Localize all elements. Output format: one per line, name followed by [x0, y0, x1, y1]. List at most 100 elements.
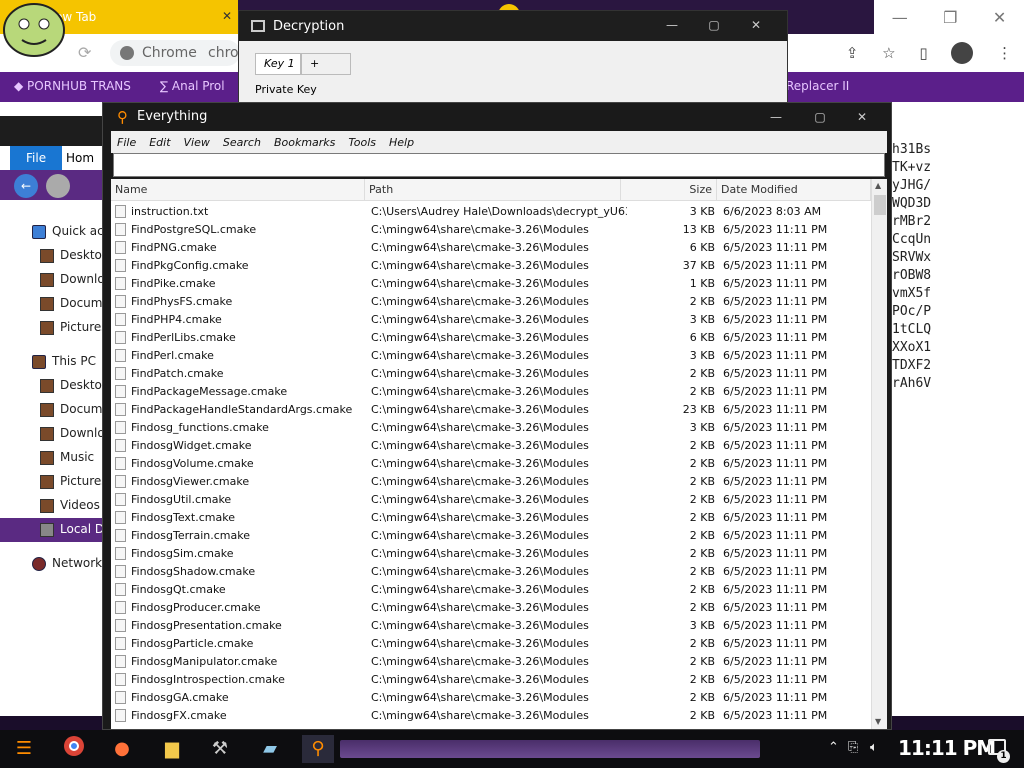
table-row[interactable]: instruction.txt C:\Users\Audrey Hale\Down…: [111, 203, 871, 221]
table-row[interactable]: FindosgPresentation.cmake C:\mingw64\shar…: [111, 617, 871, 635]
reload-icon[interactable]: ⟳: [78, 43, 91, 62]
nav-item-documents[interactable]: Docume: [0, 398, 110, 422]
chevron-up-icon[interactable]: ⌃: [828, 740, 839, 755]
firefox-taskbar-icon[interactable]: ●: [106, 735, 138, 763]
star-icon[interactable]: ☆: [882, 44, 895, 62]
close-icon[interactable]: ✕: [993, 8, 1006, 27]
column-header-name[interactable]: Name: [111, 179, 365, 201]
table-row[interactable]: FindosgTerrain.cmake C:\mingw64\share\cma…: [111, 527, 871, 545]
table-row[interactable]: FindPerlLibs.cmake C:\mingw64\share\cmake…: [111, 329, 871, 347]
close-icon[interactable]: ✕: [737, 11, 775, 39]
nav-item-desktop[interactable]: Desktop: [0, 374, 110, 398]
table-row[interactable]: FindosgIntrospection.cmake C:\mingw64\sha…: [111, 671, 871, 689]
column-header-size[interactable]: Size: [621, 179, 717, 201]
bookmark-item[interactable]: ∑ Anal Prol: [160, 79, 225, 93]
table-row[interactable]: FindosgSim.cmake C:\mingw64\share\cmake-3…: [111, 545, 871, 563]
table-row[interactable]: FindPHP4.cmake C:\mingw64\share\cmake-3.2…: [111, 311, 871, 329]
table-row[interactable]: FindosgWidget.cmake C:\mingw64\share\cmak…: [111, 437, 871, 455]
menu-search[interactable]: Search: [223, 136, 261, 149]
table-row[interactable]: FindosgQt.cmake C:\mingw64\share\cmake-3.…: [111, 581, 871, 599]
table-row[interactable]: FindPackageHandleStandardArgs.cmake C:\mi…: [111, 401, 871, 419]
table-row[interactable]: FindosgParticle.cmake C:\mingw64\share\cm…: [111, 635, 871, 653]
menu-file[interactable]: File: [117, 136, 136, 149]
nav-item-desktop[interactable]: Desktop: [0, 244, 110, 268]
table-row[interactable]: Findosg_functions.cmake C:\mingw64\share\…: [111, 419, 871, 437]
minimize-icon[interactable]: —: [892, 8, 908, 27]
menu-tools[interactable]: Tools: [348, 136, 376, 149]
scroll-up-icon[interactable]: ▲: [875, 181, 881, 190]
add-tab-button[interactable]: +: [301, 53, 351, 75]
table-row[interactable]: FindosgGA.cmake C:\mingw64\share\cmake-3.…: [111, 689, 871, 707]
nav-item-local-disk[interactable]: Local D: [0, 518, 110, 542]
table-row[interactable]: FindPkgConfig.cmake C:\mingw64\share\cmak…: [111, 257, 871, 275]
nav-this-pc[interactable]: This PC: [0, 350, 110, 374]
share-icon[interactable]: ⇪: [846, 44, 859, 62]
table-row[interactable]: FindosgManipulator.cmake C:\mingw64\share…: [111, 653, 871, 671]
minimize-icon[interactable]: —: [653, 11, 691, 39]
file-icon: [115, 439, 126, 452]
tools-taskbar-icon[interactable]: ⚒: [204, 735, 236, 763]
table-row[interactable]: FindPatch.cmake C:\mingw64\share\cmake-3.…: [111, 365, 871, 383]
maximize-icon[interactable]: ▢: [695, 11, 733, 39]
start-button[interactable]: ☰: [8, 735, 40, 763]
close-icon[interactable]: ✕: [843, 103, 881, 131]
ribbon-home-tab[interactable]: Hom: [66, 151, 94, 165]
everything-title-bar: ⚲ Everything — ▢ ✕: [103, 103, 891, 131]
column-header-path[interactable]: Path: [365, 179, 621, 201]
file-icon: [115, 673, 126, 686]
table-row[interactable]: FindosgFX.cmake C:\mingw64\share\cmake-3.…: [111, 707, 871, 725]
table-row[interactable]: FindosgViewer.cmake C:\mingw64\share\cmak…: [111, 473, 871, 491]
menu-bookmarks[interactable]: Bookmarks: [274, 136, 335, 149]
table-row[interactable]: FindosgProducer.cmake C:\mingw64\share\cm…: [111, 599, 871, 617]
menu-edit[interactable]: Edit: [149, 136, 170, 149]
restore-icon[interactable]: ❐: [943, 8, 957, 27]
menu-icon[interactable]: ⋮: [997, 44, 1012, 62]
nav-item-downloads[interactable]: Downlo: [0, 422, 110, 446]
table-row[interactable]: FindPostgreSQL.cmake C:\mingw64\share\cma…: [111, 221, 871, 239]
clock[interactable]: 11:11 PM: [898, 736, 996, 760]
minimize-icon[interactable]: —: [757, 103, 795, 131]
table-row[interactable]: FindPike.cmake C:\mingw64\share\cmake-3.2…: [111, 275, 871, 293]
side-panel-icon[interactable]: ▯: [919, 44, 927, 62]
table-row[interactable]: FindPNG.cmake C:\mingw64\share\cmake-3.26…: [111, 239, 871, 257]
scroll-down-icon[interactable]: ▼: [875, 717, 881, 726]
nav-item-pictures[interactable]: Pictures: [0, 470, 110, 494]
column-header-date[interactable]: Date Modified: [717, 179, 871, 201]
file-explorer-taskbar-icon[interactable]: ▆: [156, 735, 188, 763]
menu-help[interactable]: Help: [389, 136, 414, 149]
avatar[interactable]: [951, 42, 974, 64]
bookmark-item[interactable]: ◆ PORNHUB TRANS: [14, 79, 131, 93]
nav-item-videos[interactable]: Videos: [0, 494, 110, 518]
table-row[interactable]: FindPackageMessage.cmake C:\mingw64\share…: [111, 383, 871, 401]
back-arrow-icon[interactable]: ←: [14, 174, 38, 198]
tab-key-1[interactable]: Key 1: [255, 53, 301, 75]
nav-quick-access[interactable]: Quick ac: [0, 220, 110, 244]
nav-item-downloads[interactable]: Downlo: [0, 268, 110, 292]
table-row[interactable]: FindPhysFS.cmake C:\mingw64\share\cmake-3…: [111, 293, 871, 311]
nav-item-music[interactable]: Music: [0, 446, 110, 470]
nav-network[interactable]: Network: [0, 552, 110, 576]
nav-item-documents[interactable]: Docume: [0, 292, 110, 316]
close-icon[interactable]: ✕: [222, 9, 232, 23]
forward-arrow-icon[interactable]: [46, 174, 70, 198]
maximize-icon[interactable]: ▢: [801, 103, 839, 131]
search-input[interactable]: [120, 158, 878, 172]
everything-taskbar-icon[interactable]: ⚲: [302, 735, 334, 763]
network-icon[interactable]: ⎘: [848, 740, 858, 755]
table-row[interactable]: FindosgText.cmake C:\mingw64\share\cmake-…: [111, 509, 871, 527]
app-taskbar-icon[interactable]: ▰: [254, 735, 286, 763]
table-row[interactable]: FindPerl.cmake C:\mingw64\share\cmake-3.2…: [111, 347, 871, 365]
table-row[interactable]: FindosgUtil.cmake C:\mingw64\share\cmake-…: [111, 491, 871, 509]
search-field[interactable]: [113, 153, 885, 177]
vertical-scrollbar[interactable]: ▲ ▼: [871, 179, 887, 729]
bookmark-item[interactable]: Replacer II: [786, 79, 849, 93]
nav-item-pictures[interactable]: Pictures: [0, 316, 110, 340]
table-row[interactable]: FindosgVolume.cmake C:\mingw64\share\cmak…: [111, 455, 871, 473]
scroll-thumb[interactable]: [874, 195, 886, 215]
menu-view[interactable]: View: [184, 136, 210, 149]
table-row[interactable]: FindosgShadow.cmake C:\mingw64\share\cmak…: [111, 563, 871, 581]
chrome-taskbar-icon[interactable]: [58, 735, 90, 763]
volume-icon[interactable]: 🔈︎: [870, 740, 878, 755]
chrome-toolbar-icons: ⇪ ☆ ▯ ⋮: [834, 40, 1024, 66]
ribbon-file-tab[interactable]: File: [10, 146, 62, 170]
